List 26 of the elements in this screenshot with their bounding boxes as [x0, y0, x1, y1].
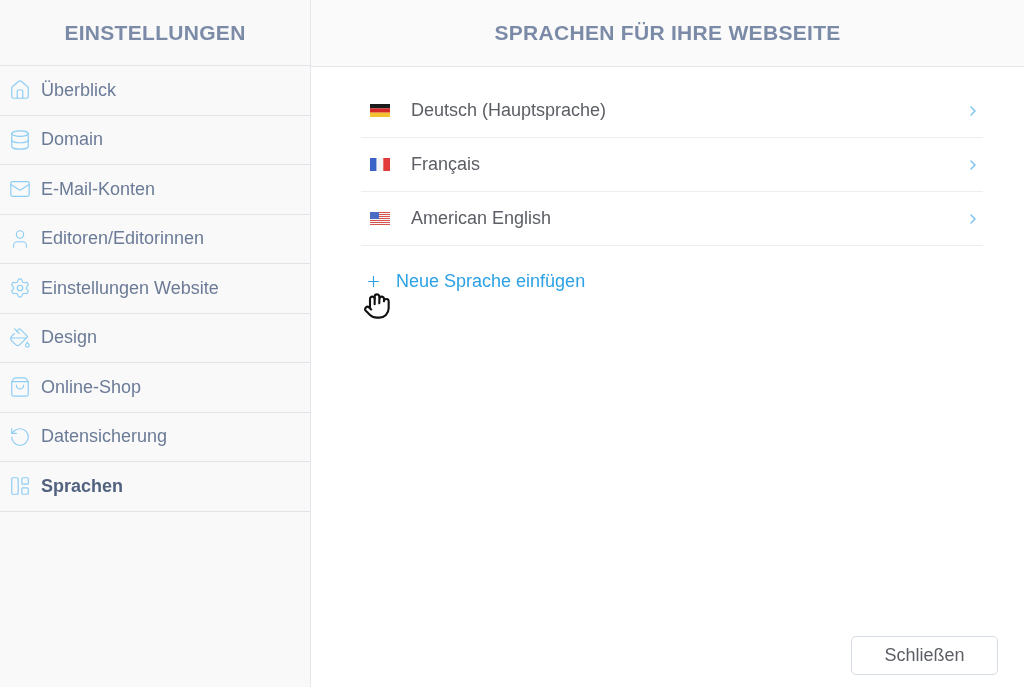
gear-icon [9, 277, 31, 300]
sidebar-item[interactable]: Online-Shop [0, 363, 310, 413]
sidebar-item[interactable]: Design [0, 313, 310, 363]
sidebar-item[interactable]: E-Mail-Konten [0, 165, 310, 215]
database-icon [9, 128, 31, 151]
sidebar-item[interactable]: Einstellungen Website [0, 264, 310, 314]
sidebar-item[interactable]: Überblick [0, 66, 310, 116]
shopping-bag-icon [9, 376, 31, 399]
close-button[interactable]: Schließen [851, 636, 998, 675]
language-row[interactable]: Deutsch (Hauptsprache) [361, 84, 983, 138]
paint-bucket-icon [9, 326, 31, 349]
sidebar-item[interactable]: Domain [0, 115, 310, 165]
page-title: SPRACHEN FÜR IHRE WEBSEITE [494, 20, 841, 47]
add-language-link[interactable]: Neue Sprache einfügen [361, 268, 586, 295]
french-flag-icon [370, 158, 390, 171]
house-icon [9, 79, 31, 102]
hand-cursor-icon [363, 292, 391, 320]
us-flag-icon [370, 212, 390, 225]
sidebar-title: EINSTELLUNGEN [64, 19, 246, 46]
sidebar-item[interactable]: Editoren/Editorinnen [0, 214, 310, 264]
language-row[interactable]: Français [361, 138, 983, 192]
language-row[interactable]: American English [361, 192, 983, 246]
circular-arrow-icon [9, 425, 31, 448]
layout-grid-icon [9, 475, 31, 498]
plus-icon [365, 273, 382, 290]
german-flag-icon [370, 104, 390, 117]
